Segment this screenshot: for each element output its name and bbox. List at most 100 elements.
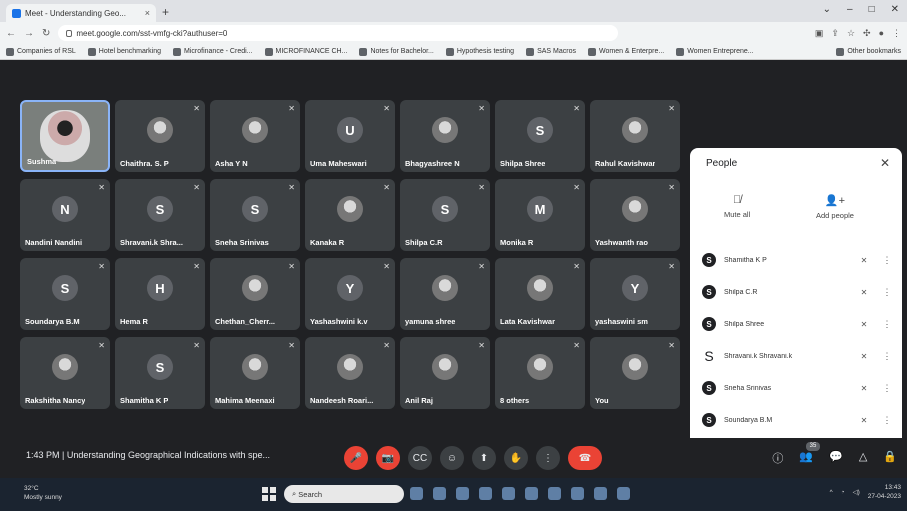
participant-tile[interactable]: S ✕ Sneha Srinivas [210, 179, 300, 251]
participant-tile[interactable]: N ✕ Nandini Nandini [20, 179, 110, 251]
participant-tile[interactable]: H ✕ Hema R [115, 258, 205, 330]
participant-tile[interactable]: ✕ Lata Kavishwar [495, 258, 585, 330]
participant-tile[interactable]: Sushma [20, 100, 110, 172]
taskbar-app-icon[interactable] [479, 487, 492, 500]
weather-widget[interactable]: 32°C Mostly sunny [24, 484, 62, 502]
more-options-icon[interactable]: ⋮ [882, 415, 892, 426]
participant-tile[interactable]: ✕ Nandeesh Roari... [305, 337, 395, 409]
taskbar-app-icon[interactable] [548, 487, 561, 500]
add-people-button[interactable]: 👤+ Add people [816, 194, 854, 220]
participant-tile[interactable]: ✕ Kanaka R [305, 179, 395, 251]
chat-icon[interactable]: 💬 [829, 450, 843, 466]
bookmark[interactable]: Companies of RSL [6, 47, 76, 56]
bookmark[interactable]: Women Entreprene... [676, 47, 754, 56]
emoji-button[interactable]: ☺ [440, 446, 464, 470]
participant-tile[interactable]: ✕ Bhagyashree N [400, 100, 490, 172]
people-list-item[interactable]: S Sneha Srinivas ✕ ⋮ [702, 372, 892, 404]
browser-tab[interactable]: Meet - Understanding Geo... × [6, 4, 156, 22]
participant-tile[interactable]: ✕ Rakshitha Nancy [20, 337, 110, 409]
mic-off-icon[interactable]: ✕ [854, 320, 874, 329]
other-bookmarks[interactable]: Other bookmarks [836, 47, 901, 56]
camera-toggle-button[interactable]: 📷 [376, 446, 400, 470]
info-icon[interactable]: ⓘ [772, 450, 783, 466]
present-button[interactable]: ⬆ [472, 446, 496, 470]
bookmark[interactable]: Women & Enterpre... [587, 47, 664, 56]
back-icon[interactable]: ← [6, 28, 16, 39]
more-options-icon[interactable]: ⋮ [882, 319, 892, 330]
volume-icon[interactable]: ◁) [853, 488, 860, 496]
participant-tile[interactable]: S ✕ Shamitha K P [115, 337, 205, 409]
leave-call-button[interactable]: ☎ [568, 446, 602, 470]
share-icon[interactable]: ⇪ [831, 28, 839, 39]
participant-tile[interactable]: S ✕ Shilpa Shree [495, 100, 585, 172]
chevron-up-icon[interactable]: ^ [830, 489, 833, 496]
participant-tile[interactable]: ✕ 8 others [495, 337, 585, 409]
more-options-icon[interactable]: ⋮ [882, 255, 892, 266]
taskbar-app-icon[interactable] [571, 487, 584, 500]
participant-tile[interactable]: ✕ You [590, 337, 680, 409]
people-list-item[interactable]: S Soundarya B.M ✕ ⋮ [702, 404, 892, 436]
close-window-icon[interactable]: ✕ [891, 4, 899, 15]
reload-icon[interactable]: ↻ [42, 28, 50, 39]
bookmark[interactable]: MICROFINANCE CH... [264, 47, 347, 56]
people-icon[interactable]: 👥 [799, 450, 813, 466]
chevron-down-icon[interactable]: ⌄ [823, 4, 831, 15]
taskbar-app-icon[interactable] [410, 487, 423, 500]
mic-off-icon[interactable]: ✕ [854, 352, 874, 361]
participant-tile[interactable]: ✕ Anil Raj [400, 337, 490, 409]
mic-toggle-button[interactable]: 🎤 [344, 446, 368, 470]
bookmark[interactable]: Hotel benchmarking [87, 47, 161, 56]
people-list-item[interactable]: S Shilpa C.R ✕ ⋮ [702, 276, 892, 308]
participant-tile[interactable]: ✕ Mahima Meenaxi [210, 337, 300, 409]
participant-tile[interactable]: ✕ Asha Y N [210, 100, 300, 172]
address-bar[interactable]: meet.google.com/sst-vmfg-cki?authuser=0 [58, 25, 619, 41]
participant-tile[interactable]: Y ✕ yashaswini sm [590, 258, 680, 330]
more-options-icon[interactable]: ⋮ [882, 287, 892, 298]
menu-icon[interactable]: ⋮ [892, 28, 901, 39]
participant-tile[interactable]: ✕ Chaithra. S. P [115, 100, 205, 172]
people-list-item[interactable]: S Shravani.k Shravani.k ✕ ⋮ [702, 340, 892, 372]
mute-all-button[interactable]: 🎙̸ Mute all [724, 194, 750, 219]
minimize-icon[interactable]: – [847, 4, 853, 15]
mic-off-icon[interactable]: ✕ [854, 256, 874, 265]
participant-tile[interactable]: ✕ Rahul Kavishwar [590, 100, 680, 172]
participant-tile[interactable]: ✕ yamuna shree [400, 258, 490, 330]
mic-off-icon[interactable]: ✕ [854, 416, 874, 425]
maximize-icon[interactable]: □ [869, 4, 875, 15]
taskbar-app-icon[interactable] [456, 487, 469, 500]
more-options-icon[interactable]: ⋮ [882, 383, 892, 394]
host-controls-icon[interactable]: 🔒 [883, 450, 897, 466]
bookmark[interactable]: Hypothesis testing [445, 47, 514, 56]
participant-tile[interactable]: Y ✕ Yashashwini k.v [305, 258, 395, 330]
people-list-item[interactable]: S Shilpa Shree ✕ ⋮ [702, 308, 892, 340]
taskbar-app-icon[interactable] [594, 487, 607, 500]
taskbar-app-icon[interactable] [502, 487, 515, 500]
mic-off-icon[interactable]: ✕ [854, 288, 874, 297]
profile-icon[interactable]: ● [879, 28, 884, 39]
windows-start-icon[interactable] [262, 487, 276, 501]
tab-close-icon[interactable]: × [145, 8, 150, 18]
participant-tile[interactable]: S ✕ Shravani.k Shra... [115, 179, 205, 251]
taskbar-app-icon[interactable] [525, 487, 538, 500]
more-options-button[interactable]: ⋮ [536, 446, 560, 470]
bookmark[interactable]: Notes for Bachelor... [359, 47, 434, 56]
captions-button[interactable]: CC [408, 446, 432, 470]
bookmark[interactable]: SAS Macros [526, 47, 576, 56]
new-tab-icon[interactable]: + [162, 5, 169, 19]
raise-hand-button[interactable]: ✋ [504, 446, 528, 470]
activities-icon[interactable]: △ [859, 450, 867, 466]
star-icon[interactable]: ☆ [847, 28, 855, 39]
clock[interactable]: 13:43 27-04-2023 [868, 483, 901, 501]
mic-off-icon[interactable]: ✕ [854, 384, 874, 393]
people-list-item[interactable]: S Shamitha K P ✕ ⋮ [702, 244, 892, 276]
camera-icon[interactable]: ▣ [815, 28, 824, 39]
more-options-icon[interactable]: ⋮ [882, 351, 892, 362]
participant-tile[interactable]: U ✕ Uma Maheswari [305, 100, 395, 172]
forward-icon[interactable]: → [24, 28, 34, 39]
participant-tile[interactable]: ✕ Chethan_Cherr... [210, 258, 300, 330]
participant-tile[interactable]: M ✕ Monika R [495, 179, 585, 251]
taskbar-search[interactable]: ⌕ Search [284, 485, 404, 503]
participant-tile[interactable]: ✕ Yashwanth rao [590, 179, 680, 251]
participant-tile[interactable]: S ✕ Soundarya B.M [20, 258, 110, 330]
bookmark[interactable]: Microfinance - Credi... [173, 47, 253, 56]
